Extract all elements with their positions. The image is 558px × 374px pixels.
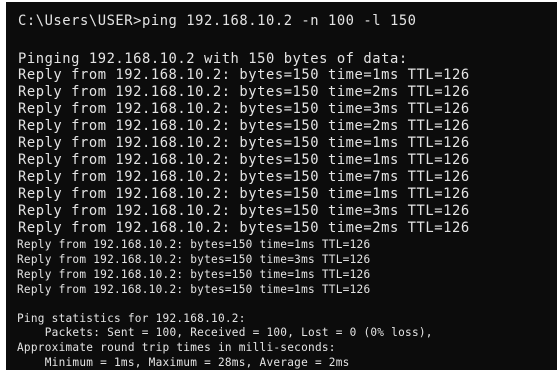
- reply-line: Reply from 192.168.10.2: bytes=150 time=…: [18, 203, 470, 219]
- reply-line: Reply from 192.168.10.2: bytes=150 time=…: [18, 84, 470, 100]
- reply-line: Reply from 192.168.10.2: bytes=150 time=…: [18, 135, 470, 151]
- reply-line: Reply from 192.168.10.2: bytes=150 time=…: [17, 238, 371, 251]
- reply-line: Reply from 192.168.10.2: bytes=150 time=…: [18, 169, 470, 185]
- command-line: C:\Users\USER>ping 192.168.10.2 -n 100 -…: [18, 13, 417, 29]
- reply-line: Reply from 192.168.10.2: bytes=150 time=…: [18, 220, 470, 236]
- reply-line: Reply from 192.168.10.2: bytes=150 time=…: [17, 268, 371, 281]
- reply-line: Reply from 192.168.10.2: bytes=150 time=…: [18, 101, 470, 117]
- stats-header: Ping statistics for 192.168.10.2:: [17, 312, 246, 325]
- reply-line: Reply from 192.168.10.2: bytes=150 time=…: [18, 152, 470, 168]
- times-line: Minimum = 1ms, Maximum = 28ms, Average =…: [17, 356, 350, 369]
- packets-line: Packets: Sent = 100, Received = 100, Los…: [17, 326, 433, 339]
- terminal-window[interactable]: C:\Users\USER>ping 192.168.10.2 -n 100 -…: [6, 2, 557, 370]
- reply-line: Reply from 192.168.10.2: bytes=150 time=…: [18, 118, 470, 134]
- reply-line: Reply from 192.168.10.2: bytes=150 time=…: [17, 253, 371, 266]
- pinging-line: Pinging 192.168.10.2 with 150 bytes of d…: [18, 51, 408, 67]
- reply-line: Reply from 192.168.10.2: bytes=150 time=…: [18, 186, 470, 202]
- approx-line: Approximate round trip times in milli-se…: [17, 341, 336, 354]
- reply-line: Reply from 192.168.10.2: bytes=150 time=…: [17, 283, 371, 296]
- reply-line: Reply from 192.168.10.2: bytes=150 time=…: [18, 67, 470, 83]
